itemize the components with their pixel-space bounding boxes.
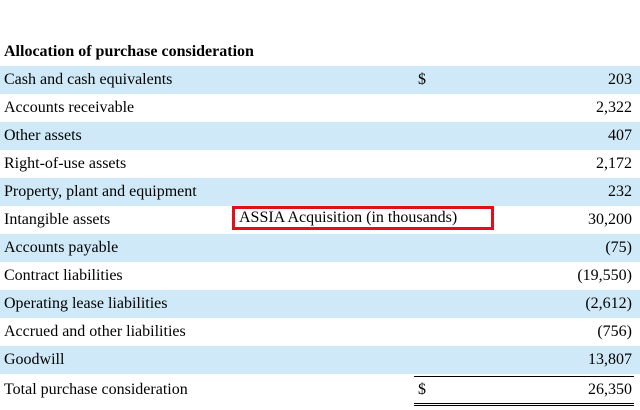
row-label: Accounts receivable bbox=[4, 99, 135, 116]
row-value: 407 bbox=[608, 127, 632, 144]
row-label: Right-of-use assets bbox=[4, 155, 127, 172]
row-label: Contract liabilities bbox=[4, 267, 123, 284]
row-value: (2,612) bbox=[585, 295, 632, 312]
row-label: Cash and cash equivalents bbox=[4, 71, 173, 88]
row-label: Goodwill bbox=[4, 351, 65, 368]
table-row: Other assets 407 bbox=[0, 122, 640, 150]
table-row: Operating lease liabilities (2,612) bbox=[0, 290, 640, 318]
table-row: Accounts payable (75) bbox=[0, 234, 640, 262]
total-currency: $ bbox=[418, 381, 426, 398]
total-value: 26,350 bbox=[588, 381, 632, 398]
row-value: 232 bbox=[608, 183, 632, 200]
total-row: Total purchase consideration $ 26,350 bbox=[0, 374, 640, 406]
row-label: Accrued and other liabilities bbox=[4, 323, 186, 340]
table-row: Accounts receivable 2,322 bbox=[0, 94, 640, 122]
table-row: Property, plant and equipment 232 bbox=[0, 178, 640, 206]
row-value: 2,172 bbox=[596, 155, 632, 172]
highlighted-caption: ASSIA Acquisition (in thousands) bbox=[232, 206, 494, 230]
table-row: Contract liabilities (19,550) bbox=[0, 262, 640, 290]
table-row: Accrued and other liabilities (756) bbox=[0, 318, 640, 346]
row-currency: $ bbox=[418, 71, 426, 88]
total-rule-double bbox=[414, 403, 634, 406]
row-value: (756) bbox=[597, 323, 632, 340]
row-label: Accounts payable bbox=[4, 239, 119, 256]
row-label: Intangible assets bbox=[4, 211, 111, 228]
total-label: Total purchase consideration bbox=[4, 381, 188, 398]
row-value: (75) bbox=[605, 239, 632, 256]
row-label: Property, plant and equipment bbox=[4, 183, 197, 200]
purchase-consideration-table: Cash and cash equivalents $ 203 Accounts… bbox=[0, 66, 640, 406]
table-row: Goodwill 13,807 bbox=[0, 346, 640, 374]
row-value: 13,807 bbox=[588, 351, 632, 368]
row-value: 2,322 bbox=[596, 99, 632, 116]
table-title: Allocation of purchase consideration bbox=[4, 43, 254, 60]
row-label: Other assets bbox=[4, 127, 82, 144]
row-value: 30,200 bbox=[588, 211, 632, 228]
table-row: Right-of-use assets 2,172 bbox=[0, 150, 640, 178]
table-row: Cash and cash equivalents $ 203 bbox=[0, 66, 640, 94]
row-label: Operating lease liabilities bbox=[4, 295, 168, 312]
row-value: 203 bbox=[608, 71, 632, 88]
row-value: (19,550) bbox=[577, 267, 632, 284]
